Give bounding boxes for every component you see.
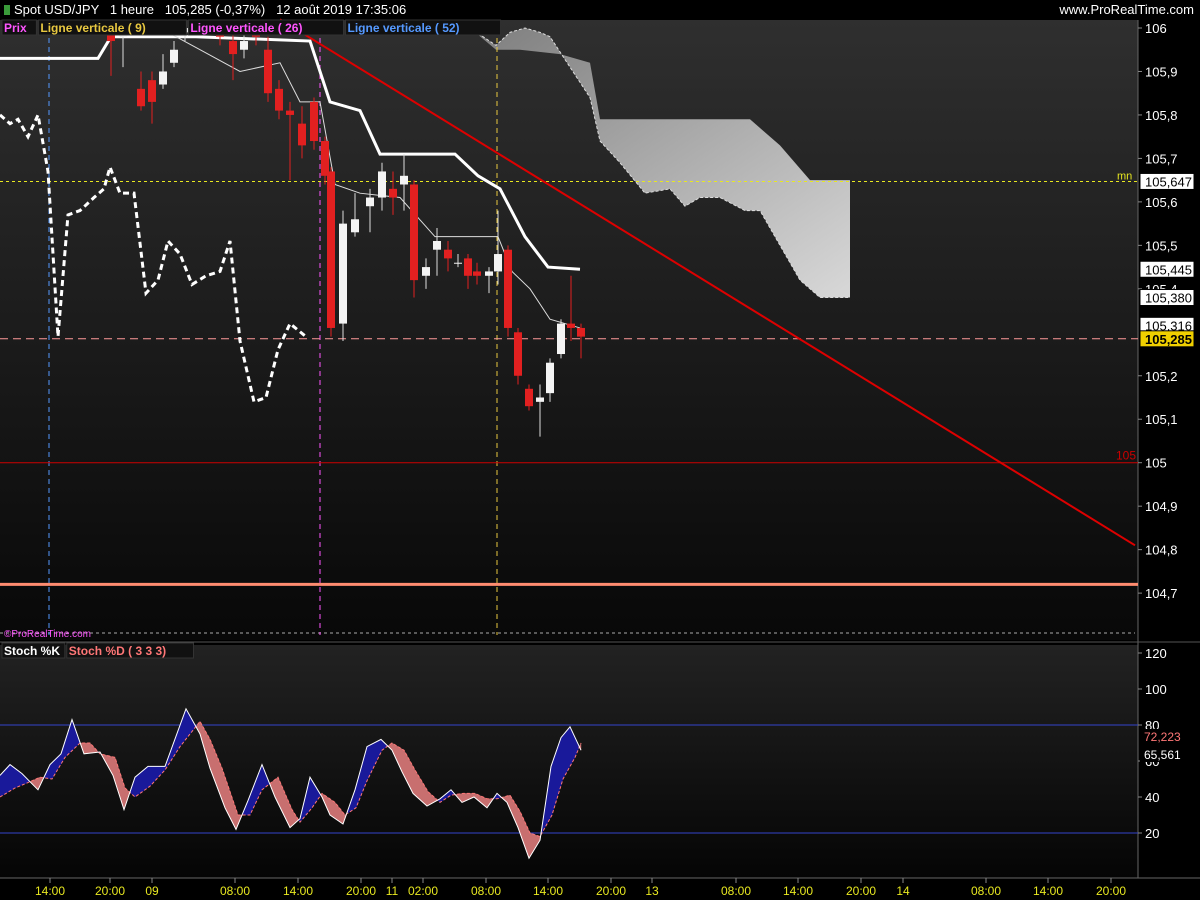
candle-up [366, 197, 374, 207]
candle-down [275, 88, 283, 111]
price-tick-label: 105 [1145, 456, 1167, 471]
price-tick-label: 106 [1145, 21, 1167, 36]
candle-down [473, 271, 481, 276]
stoch-tick-label: 20 [1145, 826, 1159, 841]
time-tick-label: 14:00 [1033, 884, 1063, 898]
legend-item: Ligne verticale ( 52) [348, 21, 460, 35]
candle-down [577, 327, 585, 337]
candle-down [464, 258, 472, 276]
candle-down [321, 141, 329, 176]
candle-up [339, 223, 347, 324]
candle-up [170, 49, 178, 63]
candle-up [494, 254, 502, 272]
stoch-legend-item: Stoch %K [4, 644, 60, 658]
price-tick-label: 105,1 [1145, 412, 1178, 427]
legend-item: Prix [4, 21, 27, 35]
stoch-tick-label: 120 [1145, 646, 1167, 661]
time-tick-label: 08:00 [721, 884, 751, 898]
chart-canvas[interactable]: 105106105,9105,8105,7105,6105,5105,4105,… [0, 0, 1200, 900]
price-tick-label: 104,7 [1145, 586, 1178, 601]
horizontal-line-label: 105 [1116, 449, 1136, 463]
candle-up [454, 262, 462, 264]
time-tick-label: 14:00 [35, 884, 65, 898]
price-tick-label: 104,9 [1145, 499, 1178, 514]
price-label: 105,647 [1145, 174, 1192, 189]
time-tick-label: 09 [145, 884, 159, 898]
time-tick-label: 11 [386, 884, 399, 898]
time-tick-label: 13 [645, 884, 659, 898]
watermark: ©ProRealTime.com [4, 629, 91, 640]
stoch-value-label: 65,561 [1144, 748, 1181, 762]
time-tick-label: 20:00 [846, 884, 876, 898]
candle-up [378, 171, 386, 198]
legend-item: Ligne verticale ( 9) [40, 21, 145, 35]
time-tick-label: 14:00 [783, 884, 813, 898]
time-tick-label: 02:00 [408, 884, 438, 898]
time-tick-label: 20:00 [346, 884, 376, 898]
price-panel-background [0, 20, 1138, 640]
stoch-value-label: 72,223 [1144, 730, 1181, 744]
price-tick-label: 104,8 [1145, 543, 1178, 558]
candle-down [389, 188, 397, 198]
candle-down [444, 249, 452, 259]
candle-down [137, 88, 145, 107]
time-tick-label: 20:00 [596, 884, 626, 898]
candle-down [148, 80, 156, 102]
stoch-tick-label: 100 [1145, 682, 1167, 697]
price-label: 105,285 [1145, 332, 1192, 347]
price-label: 105,380 [1145, 291, 1192, 306]
candle-down [310, 101, 318, 142]
candle-up [485, 271, 493, 276]
price-label-tag: mn [1117, 170, 1132, 182]
candle-down [229, 41, 237, 55]
price-tick-label: 105,9 [1145, 64, 1178, 79]
price-tick-label: 105,7 [1145, 151, 1178, 166]
candle-down [567, 323, 575, 328]
price-tick-label: 105,5 [1145, 238, 1178, 253]
price-tick-label: 105,2 [1145, 369, 1178, 384]
time-tick-label: 14:00 [283, 884, 313, 898]
legend-item: Ligne verticale ( 26) [190, 21, 302, 35]
time-tick-label: 08:00 [971, 884, 1001, 898]
price-tick-label: 105,6 [1145, 195, 1178, 210]
time-tick-label: 14:00 [533, 884, 563, 898]
candle-down [504, 249, 512, 328]
candle-up [433, 241, 441, 250]
time-tick-label: 20:00 [1096, 884, 1126, 898]
candle-up [546, 362, 554, 394]
candle-down [525, 388, 533, 407]
time-tick-label: 20:00 [95, 884, 125, 898]
candle-up [557, 323, 565, 355]
candle-down [514, 332, 522, 376]
candle-up [400, 175, 408, 185]
candle-down [264, 49, 272, 94]
stoch-tick-label: 40 [1145, 790, 1159, 805]
candle-up [159, 71, 167, 85]
time-tick-label: 08:00 [220, 884, 250, 898]
candle-up [240, 41, 248, 50]
stoch-legend-item: Stoch %D ( 3 3 3) [69, 644, 166, 658]
candle-up [422, 267, 430, 276]
price-label: 105,445 [1145, 262, 1192, 277]
price-tick-label: 105,8 [1145, 108, 1178, 123]
candle-up [351, 219, 359, 233]
time-tick-label: 08:00 [471, 884, 501, 898]
candle-down [410, 184, 418, 281]
time-tick-label: 14 [896, 884, 910, 898]
candle-down [327, 171, 335, 328]
candle-down [298, 123, 306, 146]
candle-down [286, 110, 294, 115]
candle-up [536, 397, 544, 402]
